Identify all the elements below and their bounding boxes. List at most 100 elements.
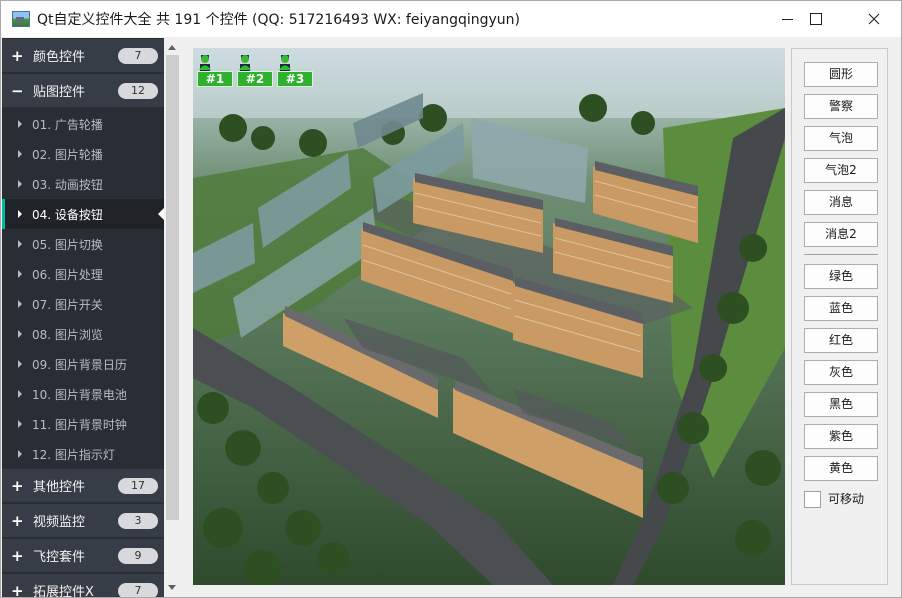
color-black-button[interactable]: 黑色 bbox=[804, 392, 878, 417]
chevron-right-icon bbox=[18, 330, 22, 338]
nav-item-label: 05. 图片切换 bbox=[32, 237, 103, 252]
nav-item-label: 03. 动画按钮 bbox=[32, 177, 103, 192]
close-button[interactable] bbox=[851, 1, 897, 37]
nav-item-label: 10. 图片背景电池 bbox=[32, 387, 127, 402]
chevron-right-icon bbox=[18, 300, 22, 308]
nav-item-label: 09. 图片背景日历 bbox=[32, 357, 127, 372]
nav-item[interactable]: 11. 图片背景时钟 bbox=[2, 409, 164, 439]
device-button-3[interactable]: #3 bbox=[277, 54, 313, 88]
nav-group-label: 颜色控件 bbox=[33, 50, 86, 65]
nav-item[interactable]: 05. 图片切换 bbox=[2, 229, 164, 259]
nav-item-active[interactable]: 04. 设备按钮 bbox=[2, 199, 164, 229]
expand-icon: + bbox=[11, 581, 24, 597]
nav-group-color-widgets[interactable]: + 颜色控件 7 bbox=[2, 39, 164, 73]
app-icon bbox=[12, 11, 30, 27]
color-blue-button[interactable]: 蓝色 bbox=[804, 296, 878, 321]
user-icon bbox=[239, 55, 251, 70]
main-window: Qt自定义控件大全 共 191 个控件 (QQ: 517216493 WX: f… bbox=[0, 0, 902, 598]
user-icon bbox=[199, 55, 211, 70]
nav-group-label: 贴图控件 bbox=[33, 85, 86, 100]
nav-item[interactable]: 03. 动画按钮 bbox=[2, 169, 164, 199]
style-message2-button[interactable]: 消息2 bbox=[804, 222, 878, 247]
expand-icon: + bbox=[11, 511, 24, 530]
expand-icon: + bbox=[11, 476, 24, 495]
nav-item-label: 07. 图片开关 bbox=[32, 297, 103, 312]
nav-item-label: 08. 图片浏览 bbox=[32, 327, 103, 342]
chevron-right-icon bbox=[18, 420, 22, 428]
nav-item[interactable]: 01. 广告轮播 bbox=[2, 109, 164, 139]
nav-group-count: 3 bbox=[118, 513, 158, 529]
chevron-right-icon bbox=[18, 150, 22, 158]
nav-item[interactable]: 02. 图片轮播 bbox=[2, 139, 164, 169]
nav-group-flight-control[interactable]: + 飞控套件 9 bbox=[2, 539, 164, 573]
color-purple-button[interactable]: 紫色 bbox=[804, 424, 878, 449]
chevron-right-icon bbox=[18, 240, 22, 248]
color-yellow-button[interactable]: 黄色 bbox=[804, 456, 878, 481]
style-message-button[interactable]: 消息 bbox=[804, 190, 878, 215]
nav-item[interactable]: 08. 图片浏览 bbox=[2, 319, 164, 349]
chevron-right-icon bbox=[18, 270, 22, 278]
nav-group-label: 拓展控件X bbox=[33, 585, 94, 597]
nav-item[interactable]: 07. 图片开关 bbox=[2, 289, 164, 319]
nav-item[interactable]: 10. 图片背景电池 bbox=[2, 379, 164, 409]
nav-group-count: 7 bbox=[118, 583, 158, 597]
chevron-right-icon bbox=[18, 210, 22, 218]
color-red-button[interactable]: 红色 bbox=[804, 328, 878, 353]
style-bubble-button[interactable]: 气泡 bbox=[804, 126, 878, 151]
aerial-map-view[interactable]: #1 #2 #3 bbox=[193, 48, 785, 585]
style-bubble2-button[interactable]: 气泡2 bbox=[804, 158, 878, 183]
maximize-button[interactable] bbox=[793, 1, 839, 37]
control-panel: 圆形 警察 气泡 气泡2 消息 消息2 绿色 蓝色 红色 灰色 黑色 紫色 黄色… bbox=[791, 48, 888, 585]
nav-item-label: 01. 广告轮播 bbox=[32, 117, 103, 132]
scroll-down-arrow-icon[interactable] bbox=[168, 585, 176, 590]
device-label: #2 bbox=[237, 71, 273, 87]
movable-checkbox[interactable] bbox=[804, 491, 821, 508]
chevron-right-icon bbox=[18, 390, 22, 398]
nav-group-other-widgets[interactable]: + 其他控件 17 bbox=[2, 469, 164, 503]
nav-group-label: 飞控套件 bbox=[33, 550, 86, 565]
nav-item-label: 06. 图片处理 bbox=[32, 267, 103, 282]
nav-item[interactable]: 12. 图片指示灯 bbox=[2, 439, 164, 469]
close-icon bbox=[868, 13, 880, 25]
nav-item-label: 04. 设备按钮 bbox=[32, 207, 103, 222]
nav-item-label: 11. 图片背景时钟 bbox=[32, 417, 127, 432]
color-green-button[interactable]: 绿色 bbox=[804, 264, 878, 289]
style-police-button[interactable]: 警察 bbox=[804, 94, 878, 119]
navigation-sidebar: + 颜色控件 7 − 贴图控件 12 01. 广告轮播 02. 图片轮播 03.… bbox=[2, 38, 164, 597]
expand-icon: + bbox=[11, 46, 24, 65]
nav-group-extended-widgets[interactable]: + 拓展控件X 7 bbox=[2, 574, 164, 597]
device-button-2[interactable]: #2 bbox=[237, 54, 273, 88]
nav-group-count: 12 bbox=[118, 83, 158, 99]
collapse-icon: − bbox=[11, 81, 24, 100]
nav-item[interactable]: 06. 图片处理 bbox=[2, 259, 164, 289]
separator bbox=[804, 254, 878, 255]
user-icon bbox=[279, 55, 291, 70]
title-bar[interactable]: Qt自定义控件大全 共 191 个控件 (QQ: 517216493 WX: f… bbox=[1, 1, 901, 37]
scroll-up-arrow-icon[interactable] bbox=[168, 45, 176, 50]
movable-label: 可移动 bbox=[828, 492, 865, 506]
nav-item[interactable]: 09. 图片背景日历 bbox=[2, 349, 164, 379]
nav-group-count: 17 bbox=[118, 478, 158, 494]
sidebar-scrollbar[interactable] bbox=[164, 38, 181, 597]
nav-group-label: 其他控件 bbox=[33, 480, 86, 495]
nav-item-label: 12. 图片指示灯 bbox=[32, 447, 115, 462]
expand-icon: + bbox=[11, 546, 24, 565]
device-label: #1 bbox=[197, 71, 233, 87]
scrollbar-thumb[interactable] bbox=[166, 55, 179, 520]
color-gray-button[interactable]: 灰色 bbox=[804, 360, 878, 385]
nav-item-label: 02. 图片轮播 bbox=[32, 147, 103, 162]
nav-group-image-widgets[interactable]: − 贴图控件 12 bbox=[2, 74, 164, 108]
device-button-1[interactable]: #1 bbox=[197, 54, 233, 88]
nav-group-count: 7 bbox=[118, 48, 158, 64]
nav-group-label: 视频监控 bbox=[33, 515, 86, 530]
window-title: Qt自定义控件大全 共 191 个控件 (QQ: 517216493 WX: f… bbox=[37, 12, 520, 28]
nav-group-count: 9 bbox=[118, 548, 158, 564]
chevron-right-icon bbox=[18, 180, 22, 188]
chevron-right-icon bbox=[18, 120, 22, 128]
chevron-right-icon bbox=[18, 450, 22, 458]
aerial-photo-background bbox=[193, 48, 785, 585]
chevron-right-icon bbox=[18, 360, 22, 368]
nav-group-video-monitor[interactable]: + 视频监控 3 bbox=[2, 504, 164, 538]
device-label: #3 bbox=[277, 71, 313, 87]
style-circle-button[interactable]: 圆形 bbox=[804, 62, 878, 87]
